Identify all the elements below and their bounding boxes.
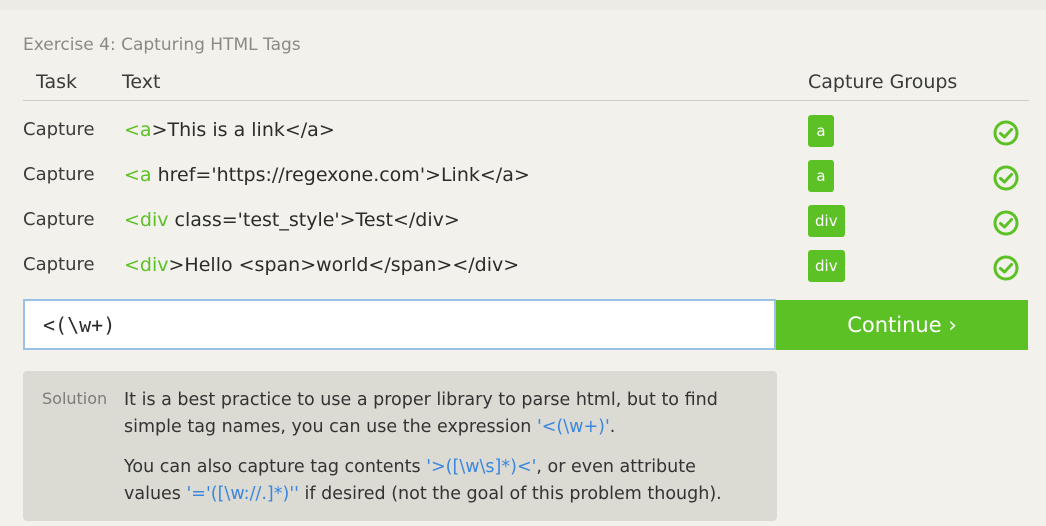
- capture-group-badge: a: [808, 160, 834, 192]
- solution-text: if desired (not the goal of this problem…: [298, 484, 722, 504]
- solution-text: It is a best practice to use a proper li…: [124, 390, 718, 437]
- table-row: Capture <div class='test_style'>Test</di…: [0, 205, 1046, 250]
- match-rest: >This is a link</a>: [151, 119, 335, 141]
- solution-body: It is a best practice to use a proper li…: [124, 387, 754, 521]
- match-highlight: <a: [124, 164, 152, 186]
- table-row: Capture <a href='https://regexone.com'>L…: [0, 160, 1046, 205]
- continue-button[interactable]: Continue ›: [776, 300, 1028, 350]
- regex-input[interactable]: [23, 299, 776, 350]
- match-text: <a href='https://regexone.com'>Link</a>: [124, 164, 530, 186]
- match-text: <a>This is a link</a>: [124, 119, 335, 141]
- solution-text: .: [609, 417, 616, 437]
- match-text: <div>Hello <span>world</span></div>: [124, 254, 519, 276]
- match-highlight: <a: [124, 119, 152, 141]
- match-highlight: <div: [124, 209, 169, 231]
- check-circle-icon: [993, 120, 1019, 146]
- capture-group-badge: a: [808, 115, 834, 147]
- match-text: <div class='test_style'>Test</div>: [124, 209, 460, 231]
- task-label: Capture: [23, 254, 95, 275]
- solution-label: Solution: [42, 389, 108, 408]
- task-label: Capture: [23, 119, 95, 140]
- task-label: Capture: [23, 209, 95, 230]
- solution-text: You can also capture tag contents: [124, 457, 427, 477]
- header-text: Text: [122, 71, 161, 93]
- match-rest: >Hello <span>world</span></div>: [168, 254, 520, 276]
- header-task: Task: [36, 71, 78, 93]
- match-rest: class='test_style'>Test</div>: [168, 209, 460, 231]
- task-label: Capture: [23, 164, 95, 185]
- header-divider: [23, 100, 1029, 101]
- check-circle-icon: [993, 210, 1019, 236]
- match-highlight: <div: [124, 254, 169, 276]
- solution-paragraph: It is a best practice to use a proper li…: [124, 387, 754, 441]
- solution-code: '>([\w\s]*)<': [426, 457, 537, 477]
- check-circle-icon: [993, 255, 1019, 281]
- capture-group-badge: div: [808, 205, 845, 237]
- capture-group-badge: div: [808, 250, 845, 282]
- table-row: Capture <div>Hello <span>world</span></d…: [0, 250, 1046, 295]
- match-rest: href='https://regexone.com'>Link</a>: [151, 164, 530, 186]
- check-circle-icon: [993, 165, 1019, 191]
- table-row: Capture <a>This is a link</a> a: [0, 115, 1046, 160]
- solution-code: '='([\w://.]*)'': [186, 484, 299, 504]
- solution-code: '<(\w+)': [536, 417, 610, 437]
- header-capture-groups: Capture Groups: [808, 71, 958, 93]
- top-band: [0, 0, 1046, 10]
- solution-panel: Solution It is a best practice to use a …: [23, 371, 777, 521]
- exercise-title: Exercise 4: Capturing HTML Tags: [23, 35, 301, 55]
- solution-paragraph: You can also capture tag contents '>([\w…: [124, 454, 754, 508]
